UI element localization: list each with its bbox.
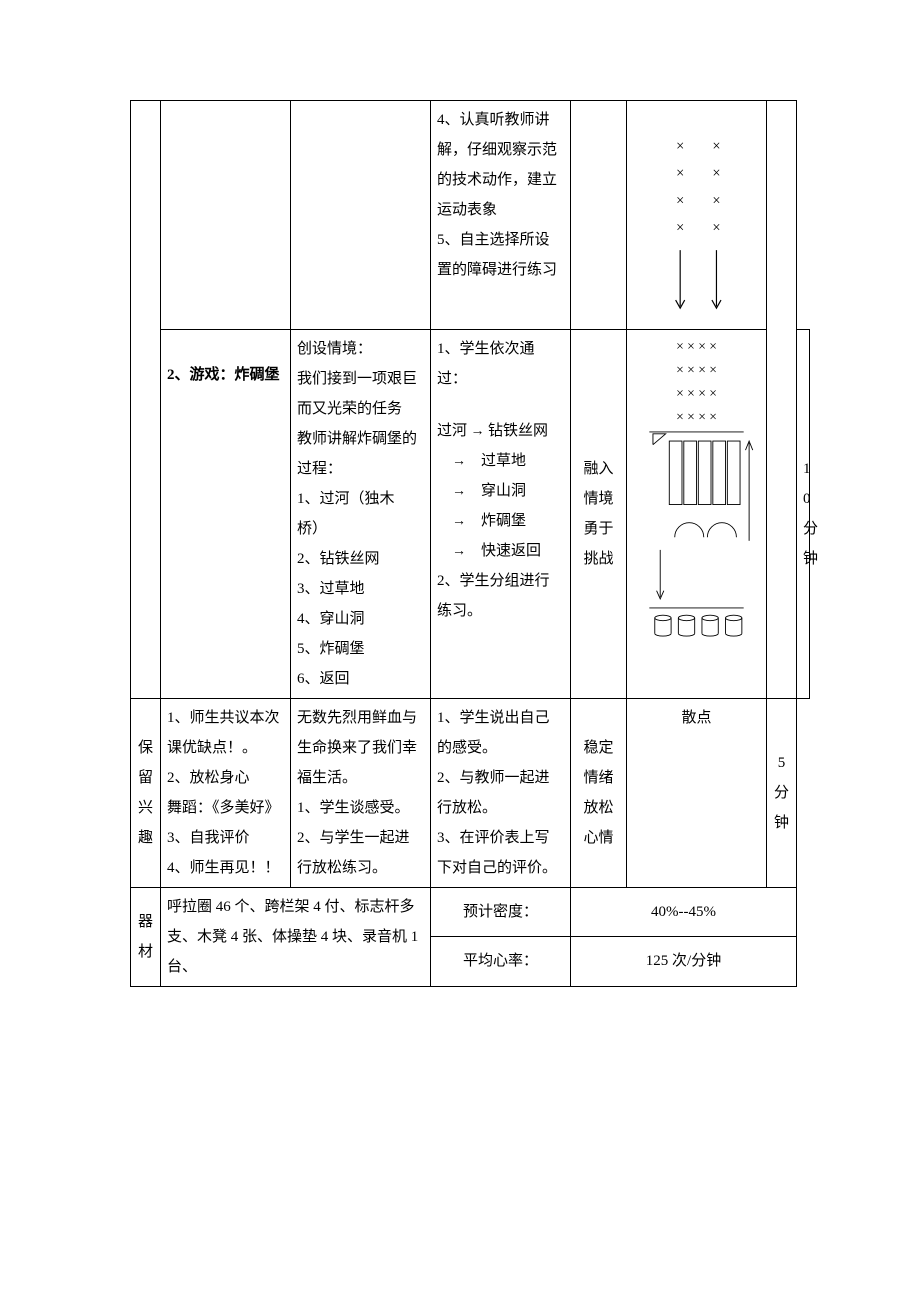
- svg-text:×: ×: [676, 193, 684, 209]
- student-cell: 4、认真听教师讲解，仔细观察示范的技术动作，建立运动表象 5、自主选择所设置的障…: [431, 101, 571, 330]
- teaching-cell: 无数先烈用鲜血与生命换来了我们幸福生活。 1、学生谈感受。 2、与学生一起进行放…: [291, 698, 431, 887]
- content-cell: 2、游戏：炸碉堡: [161, 329, 291, 698]
- hr-value-cell: 125 次/分钟: [571, 937, 797, 987]
- game-title: 2、游戏：炸碉堡: [167, 367, 280, 383]
- arrow-right-icon: →: [452, 544, 466, 559]
- arrow-right-icon: →: [452, 484, 466, 499]
- diagram-cell: × × × × × × × ×: [627, 101, 767, 330]
- flow-line: → 过草地: [437, 446, 564, 476]
- formation-diagram-1: × × × × × × × ×: [633, 105, 760, 325]
- flow-line: 过河 → 钻铁丝网: [437, 416, 564, 446]
- table-row: 保 留 兴 趣 1、师生共议本次课优缺点！。 2、放松身心 舞蹈：《多美好》 3…: [131, 698, 810, 887]
- intent-cell: 融入情境 勇于挑战: [571, 329, 627, 698]
- teaching-cell: 创设情境： 我们接到一项艰巨而又光荣的任务 教师讲解炸碉堡的过程： 1、过河（独…: [291, 329, 431, 698]
- table-row: 4、认真听教师讲解，仔细观察示范的技术动作，建立运动表象 5、自主选择所设置的障…: [131, 101, 810, 330]
- lesson-plan-table: 4、认真听教师讲解，仔细观察示范的技术动作，建立运动表象 5、自主选择所设置的障…: [130, 100, 810, 987]
- student-intro: 1、学生依次通过：: [437, 334, 564, 394]
- hr-label-cell: 平均心率：: [431, 937, 571, 987]
- flow-line: → 炸碉堡: [437, 506, 564, 536]
- arrow-right-icon: →: [452, 514, 466, 529]
- time-cell: 5 分 钟: [767, 698, 797, 887]
- svg-text:× × × ×: × × × ×: [676, 338, 717, 353]
- density-label-cell: 预计密度：: [431, 887, 571, 937]
- teaching-cell: [291, 101, 431, 330]
- time-cell: 10 分 钟: [797, 329, 810, 698]
- student-text: 4、认真听教师讲解，仔细观察示范的技术动作，建立运动表象 5、自主选择所设置的障…: [437, 112, 557, 278]
- student-cell: 1、学生说出自己的感受。 2、与教师一起进行放松。 3、在评价表上写下对自己的评…: [431, 698, 571, 887]
- table-row: 器 材 呼拉圈 46 个、跨栏架 4 付、标志杆多支、木凳 4 张、体操垫 4 …: [131, 887, 810, 937]
- content-cell: 呼拉圈 46 个、跨栏架 4 付、标志杆多支、木凳 4 张、体操垫 4 块、录音…: [161, 887, 431, 986]
- intent-cell: [571, 101, 627, 330]
- svg-text:× × × ×: × × × ×: [676, 362, 717, 377]
- table-row: 2、游戏：炸碉堡 创设情境： 我们接到一项艰巨而又光荣的任务 教师讲解炸碉堡的过…: [131, 329, 810, 698]
- document-page: 4、认真听教师讲解，仔细观察示范的技术动作，建立运动表象 5、自主选择所设置的障…: [0, 0, 920, 1037]
- svg-text:×: ×: [676, 220, 684, 236]
- arrow-right-icon: →: [467, 424, 488, 439]
- teaching-text: 创设情境： 我们接到一项艰巨而又光荣的任务 教师讲解炸碉堡的过程： 1、过河（独…: [297, 341, 417, 687]
- flow-line: → 快速返回: [437, 536, 564, 566]
- formation-diagram-2: × × × × × × × × × × × × × × × ×: [633, 334, 760, 663]
- svg-text:×: ×: [676, 166, 684, 182]
- student-cell: 1、学生依次通过： 过河 → 钻铁丝网 → 过草地 → 穿山洞 → 炸碉堡 → …: [431, 329, 571, 698]
- density-value-cell: 40%--45%: [571, 887, 797, 937]
- intent-cell: 稳定情绪 放松心情: [571, 698, 627, 887]
- svg-text:× × × ×: × × × ×: [676, 409, 717, 424]
- section-cell: 器 材: [131, 887, 161, 986]
- svg-text:× × × ×: × × × ×: [676, 385, 717, 400]
- flow-line: → 穿山洞: [437, 476, 564, 506]
- svg-text:×: ×: [712, 220, 720, 236]
- time-cell: [767, 101, 797, 699]
- section-cell: [131, 101, 161, 699]
- svg-text:×: ×: [712, 193, 720, 209]
- section-cell: 保 留 兴 趣: [131, 698, 161, 887]
- svg-text:×: ×: [712, 166, 720, 182]
- diagram-cell: × × × × × × × × × × × × × × × ×: [627, 329, 767, 698]
- content-cell: [161, 101, 291, 330]
- diagram-label: 散点: [681, 710, 711, 726]
- arrow-right-icon: →: [452, 454, 466, 469]
- diagram-cell: 散点: [627, 698, 767, 887]
- svg-text:×: ×: [712, 138, 720, 154]
- svg-text:×: ×: [676, 138, 684, 154]
- content-cell: 1、师生共议本次课优缺点！。 2、放松身心 舞蹈：《多美好》 3、自我评价 4、…: [161, 698, 291, 887]
- student-end: 2、学生分组进行练习。: [437, 566, 564, 626]
